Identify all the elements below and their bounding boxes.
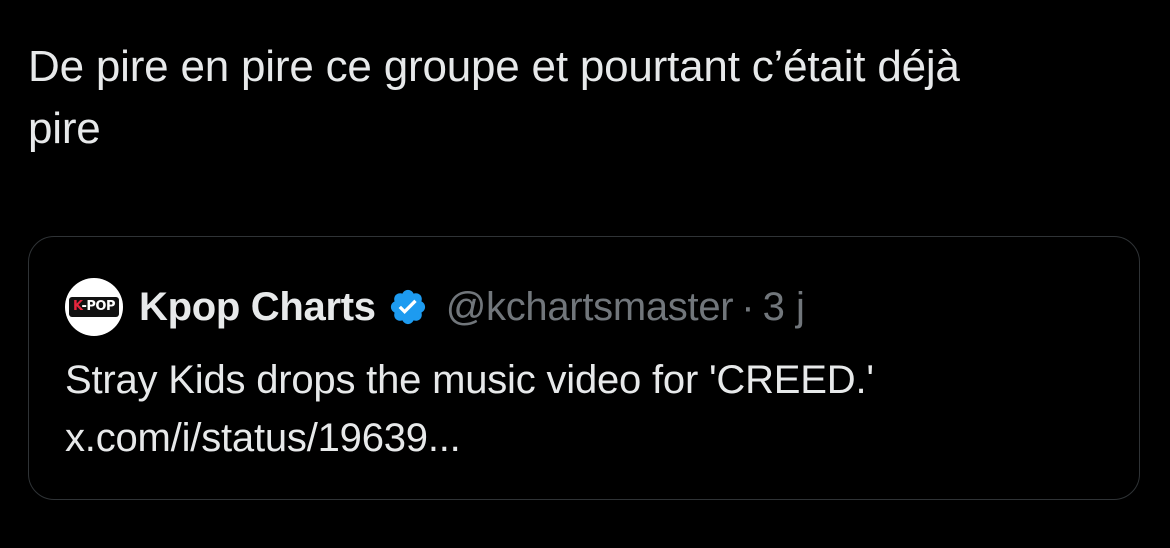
quoted-tweet-link[interactable]: x.com/i/status/19639... xyxy=(65,409,1105,467)
tweet-text: De pire en pire ce groupe et pourtant c’… xyxy=(28,36,1138,160)
quoted-tweet-body: Stray Kids drops the music video for 'CR… xyxy=(65,351,1105,467)
tweet-text-line: pire xyxy=(28,104,101,153)
tweet-text-line: De pire en pire ce groupe et pourtant c’… xyxy=(28,42,960,91)
quoted-tweet-card[interactable]: K-POP Kpop Charts @kchartsmaster · 3 j S… xyxy=(28,236,1140,500)
verified-badge-icon xyxy=(390,289,425,325)
quoted-tweet-header: K-POP Kpop Charts @kchartsmaster · 3 j xyxy=(65,278,805,336)
avatar[interactable]: K-POP xyxy=(65,278,123,336)
display-name[interactable]: Kpop Charts xyxy=(139,285,376,330)
handle[interactable]: @kchartsmaster xyxy=(446,285,734,330)
kpop-logo-icon: K-POP xyxy=(69,297,119,317)
quoted-tweet-text: Stray Kids drops the music video for 'CR… xyxy=(65,358,874,402)
separator-dot: · xyxy=(741,284,755,329)
timestamp[interactable]: 3 j xyxy=(763,285,805,330)
